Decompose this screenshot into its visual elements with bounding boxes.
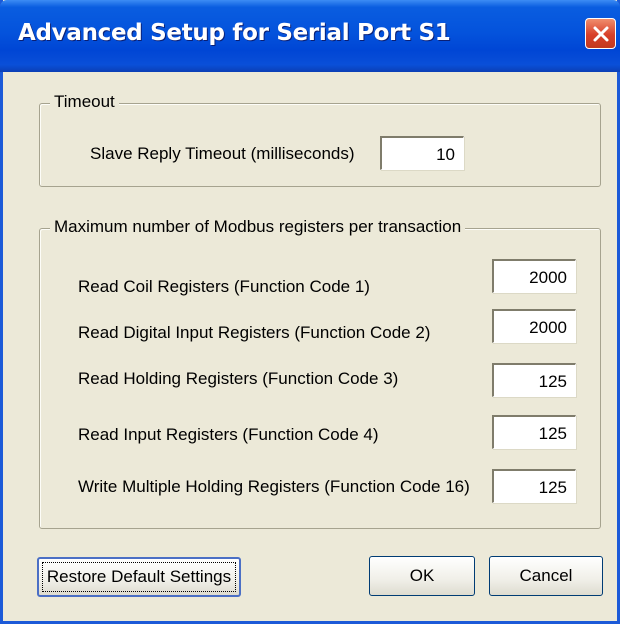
read-digital-input-registers-label: Read Digital Input Registers (Function C…	[78, 323, 431, 342]
modbus-registers-group-legend: Maximum number of Modbus registers per t…	[50, 217, 466, 237]
window-title: Advanced Setup for Serial Port S1	[18, 20, 451, 46]
slave-reply-timeout-label: Slave Reply Timeout (milliseconds)	[90, 144, 355, 163]
read-coil-registers-label: Read Coil Registers (Function Code 1)	[78, 277, 370, 296]
cancel-button[interactable]: Cancel	[489, 556, 603, 596]
restore-default-settings-label: Restore Default Settings	[42, 562, 236, 592]
ok-button[interactable]: OK	[369, 556, 475, 596]
advanced-setup-dialog: Advanced Setup for Serial Port S1 Timeou…	[0, 0, 620, 624]
read-coil-registers-input[interactable]: 2000	[492, 259, 576, 293]
read-holding-registers-label: Read Holding Registers (Function Code 3)	[78, 369, 399, 388]
restore-default-settings-button[interactable]: Restore Default Settings	[37, 557, 241, 597]
read-input-registers-label: Read Input Registers (Function Code 4)	[78, 425, 379, 444]
timeout-group-legend: Timeout	[50, 92, 119, 112]
read-digital-input-registers-input[interactable]: 2000	[492, 309, 576, 343]
read-input-registers-input[interactable]: 125	[492, 415, 576, 449]
title-bar[interactable]: Advanced Setup for Serial Port S1	[0, 0, 620, 72]
timeout-group: Timeout Slave Reply Timeout (millisecond…	[39, 92, 601, 187]
modbus-registers-group: Maximum number of Modbus registers per t…	[39, 217, 601, 529]
write-multiple-holding-registers-input[interactable]: 125	[492, 469, 576, 503]
close-button[interactable]	[585, 18, 616, 49]
slave-reply-timeout-input[interactable]: 10	[380, 136, 464, 170]
write-multiple-holding-registers-label: Write Multiple Holding Registers (Functi…	[78, 477, 470, 496]
read-holding-registers-input[interactable]: 125	[492, 363, 576, 397]
close-icon	[593, 26, 608, 41]
